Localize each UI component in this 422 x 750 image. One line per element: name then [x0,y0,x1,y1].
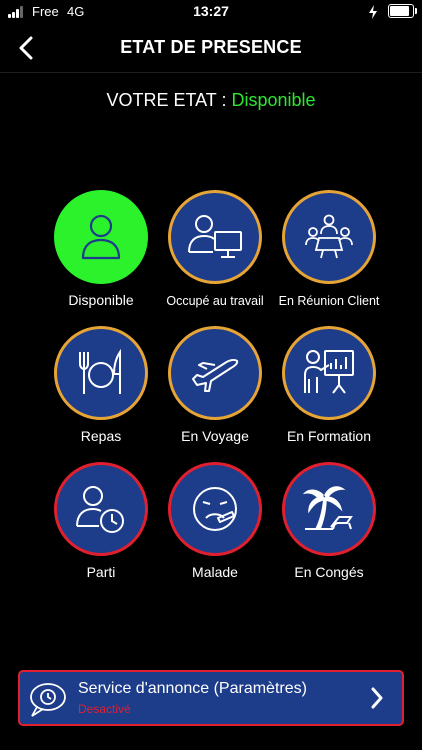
page-title: ETAT DE PRESENCE [120,37,302,57]
person-clock-icon [76,486,124,533]
palm-tree-icon [303,486,353,530]
status-button[interactable] [282,326,376,420]
chevron-right-icon [371,687,383,709]
presentation-icon [304,350,354,394]
header: ETAT DE PRESENCE [0,24,422,73]
status-button[interactable] [282,190,376,284]
status-button[interactable] [54,326,148,420]
state-label: VOTRE ETAT : [106,90,227,110]
announcement-title: Service d'annonce (Paramètres) [78,680,307,697]
status-label: En Congés [294,564,364,580]
clock: 13:27 [193,3,229,19]
current-state: VOTRE ETAT : Disponible [0,90,422,111]
person-icon [81,214,121,260]
state-value: Disponible [231,90,316,110]
status-label: En Formation [286,428,372,444]
status-button[interactable] [54,190,148,284]
status-button[interactable] [168,462,262,556]
plate-cutlery-icon [79,348,121,394]
status-label: En Réunion Client [278,294,380,308]
airplane-icon [192,358,239,392]
meeting-icon [305,214,353,259]
status-button[interactable] [282,462,376,556]
charging-icon [369,5,377,19]
announcement-service-button[interactable]: Service d'annonce (Paramètres) Desactivé [18,670,404,726]
status-button[interactable] [54,462,148,556]
battery-icon [388,4,417,18]
status-button[interactable] [168,190,262,284]
status-bar: Free 4G 13:27 [0,0,422,24]
speech-clock-icon [30,683,66,717]
sick-face-icon [193,487,237,531]
status-option-formation[interactable]: En Formation [258,326,398,456]
status-button[interactable] [168,326,262,420]
person-computer-icon [188,215,242,258]
status-option-conges[interactable]: En Congés [258,462,398,592]
status-option-reunion[interactable]: En Réunion Client [258,190,398,320]
announcement-status: Desactivé [78,702,131,716]
